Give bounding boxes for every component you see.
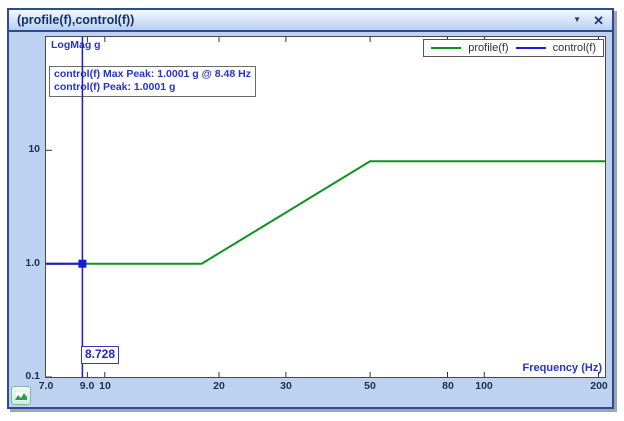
window-titlebar: (profile(f),control(f)) ▼ ✕ bbox=[9, 10, 612, 32]
mini-chart-glyph bbox=[15, 391, 27, 401]
dropdown-caret-icon[interactable]: ▼ bbox=[573, 16, 581, 24]
plot-svg bbox=[46, 37, 605, 377]
legend-label-profile: profile(f) bbox=[468, 42, 508, 54]
legend-label-control: control(f) bbox=[553, 42, 596, 54]
legend-swatch-control bbox=[516, 47, 546, 49]
legend: profile(f) control(f) bbox=[423, 39, 604, 57]
plot-area[interactable]: LogMag g control(f) Max Peak: 1.0001 g @… bbox=[45, 36, 606, 378]
screenshot-root: (profile(f),control(f)) ▼ ✕ LogMag g con… bbox=[0, 0, 624, 421]
cursor-readout: 8.728 bbox=[81, 346, 119, 364]
chart-thumbnail-icon[interactable] bbox=[11, 386, 31, 405]
window-title: (profile(f),control(f)) bbox=[17, 13, 134, 27]
close-icon[interactable]: ✕ bbox=[593, 14, 604, 27]
titlebar-controls: ▼ ✕ bbox=[573, 14, 604, 27]
legend-swatch-profile bbox=[431, 47, 461, 49]
